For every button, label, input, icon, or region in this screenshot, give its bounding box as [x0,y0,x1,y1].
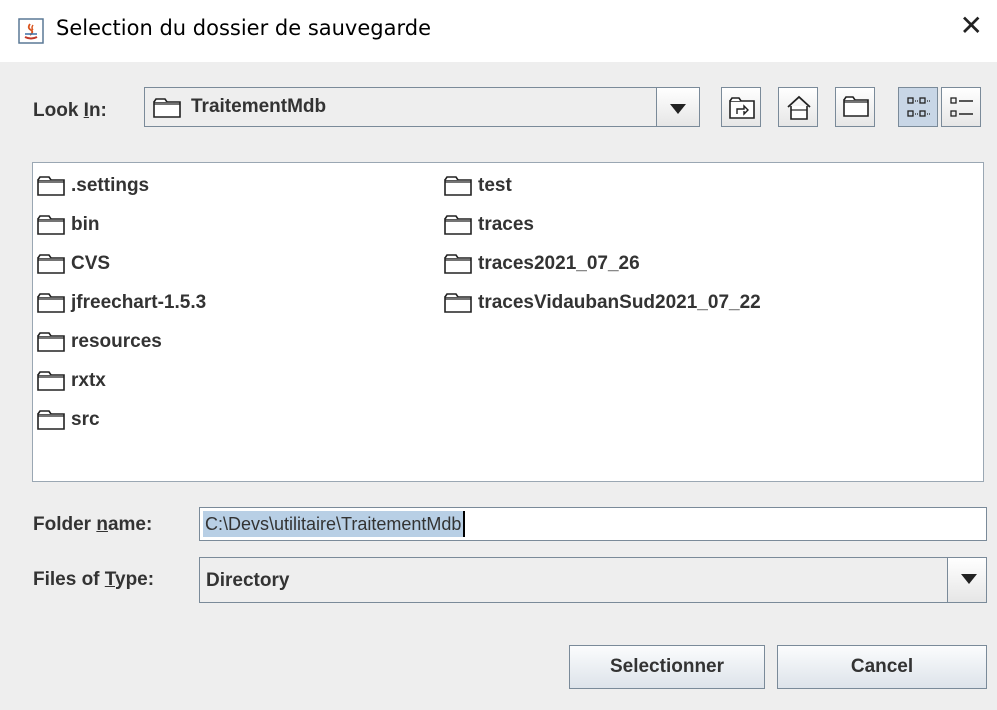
list-item[interactable]: bin [37,210,100,240]
window-title: Selection du dossier de sauvegarde [56,16,431,40]
list-item[interactable]: jfreechart-1.5.3 [37,288,206,318]
home-icon [787,95,811,120]
home-button[interactable] [778,87,818,127]
folder-icon [37,332,65,352]
list-view-icon [907,97,930,117]
list-item[interactable]: resources [37,327,162,357]
folder-icon [153,98,181,118]
details-view-button[interactable] [941,87,981,127]
list-item[interactable]: CVS [37,249,110,279]
new-folder-icon [843,96,869,117]
cancel-button[interactable]: Cancel [777,645,987,689]
folder-name-label: Folder name: [33,514,153,535]
list-item[interactable]: test [444,171,512,201]
list-item[interactable]: rxtx [37,366,106,396]
folder-icon [444,176,472,196]
folder-icon [37,410,65,430]
folder-icon [444,293,472,313]
list-item-label: CVS [71,253,111,274]
folder-icon [37,176,65,196]
new-folder-button[interactable] [835,87,875,127]
folder-icon [37,371,65,391]
file-list[interactable]: .settings bin CVS jfreechart-1.5.3 resou… [32,162,984,482]
folder-icon [37,215,65,235]
up-folder-button[interactable] [721,87,761,127]
chevron-down-icon[interactable] [656,88,699,126]
details-view-icon [950,97,973,117]
look-in-label: Look In: [33,100,107,121]
folder-icon [444,215,472,235]
look-in-combo[interactable]: TraitementMdb [144,87,700,127]
list-item-label: test [478,175,512,196]
files-of-type-label: Files of Type: [33,569,155,590]
list-item-label: src [71,409,100,430]
selectionner-button[interactable]: Selectionner [569,645,765,689]
list-item[interactable]: src [37,405,100,435]
list-item-label: .settings [71,175,150,196]
list-item[interactable]: traces2021_07_26 [444,249,640,279]
folder-name-value: C:\Devs\utilitaire\TraitementMdb [203,511,466,537]
list-item-label: resources [71,331,162,352]
title-bar: Selection du dossier de sauvegarde ✕ [0,0,997,62]
close-icon[interactable]: ✕ [960,12,983,40]
list-item-label: jfreechart-1.5.3 [71,292,207,313]
java-app-icon [18,18,44,44]
list-item[interactable]: traces [444,210,534,240]
list-item[interactable]: tracesVidaubanSud2021_07_22 [444,288,761,318]
list-item-label: traces2021_07_26 [478,253,640,274]
list-item[interactable]: .settings [37,171,149,201]
look-in-value: TraitementMdb [191,96,327,117]
files-of-type-combo[interactable]: Directory [199,557,987,603]
folder-icon [37,254,65,274]
chevron-down-icon[interactable] [947,558,986,602]
list-item-label: rxtx [71,370,106,391]
folder-name-field[interactable]: C:\Devs\utilitaire\TraitementMdb [199,507,987,541]
list-item-label: bin [71,214,100,235]
folder-icon [37,293,65,313]
files-of-type-value: Directory [206,570,290,591]
list-item-label: traces [478,214,534,235]
folder-icon [444,254,472,274]
up-folder-icon [729,97,755,119]
list-item-label: tracesVidaubanSud2021_07_22 [478,292,761,313]
list-view-button[interactable] [898,87,938,127]
